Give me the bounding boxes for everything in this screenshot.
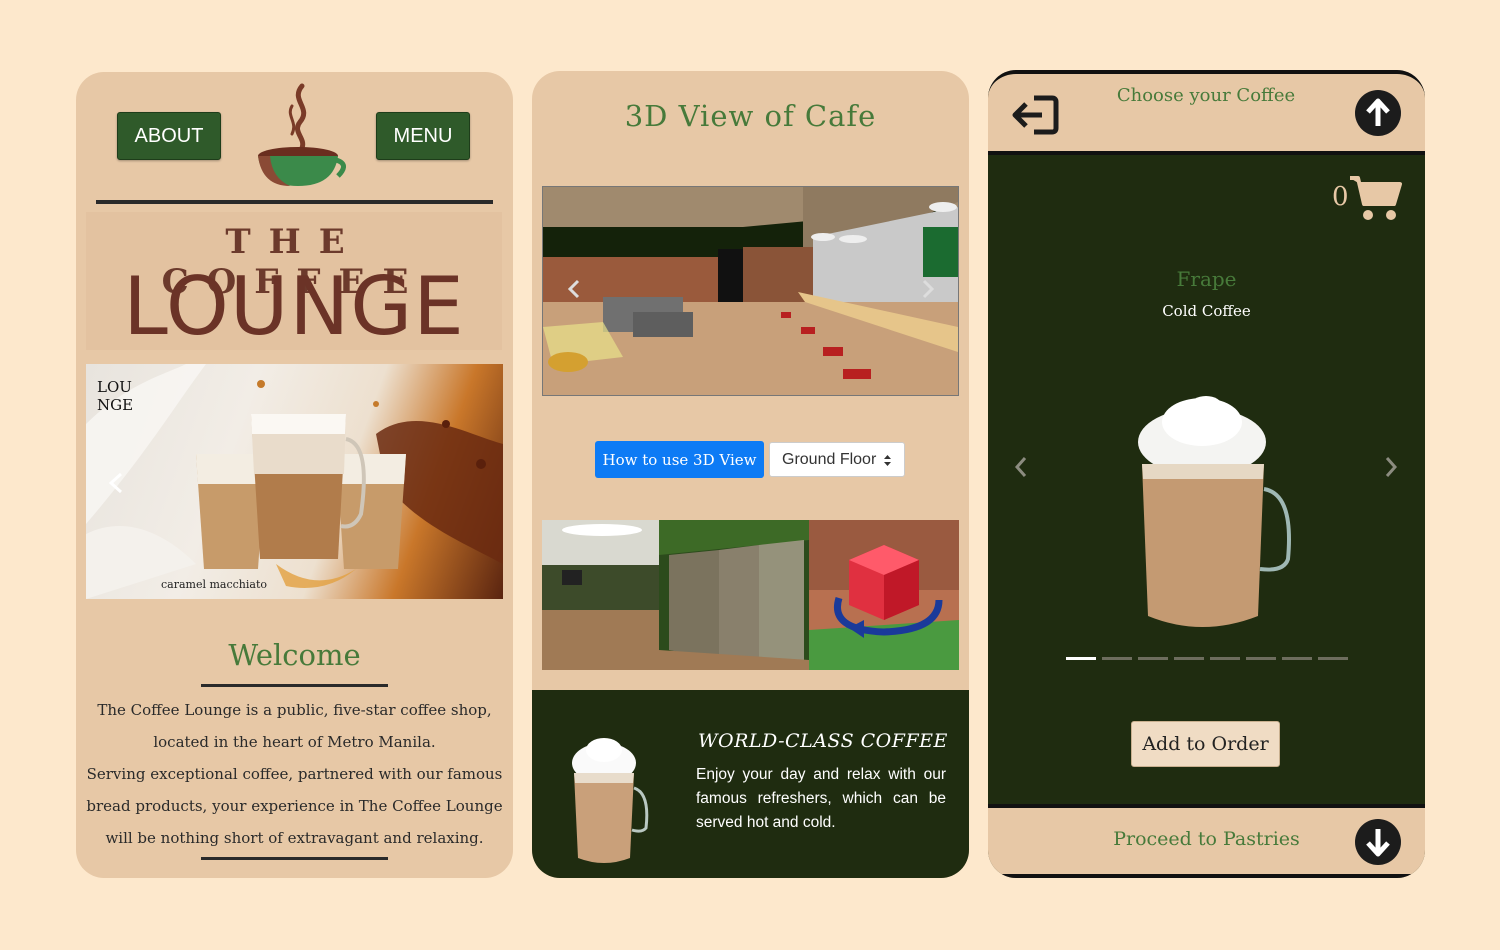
hero-caption: caramel macchiato	[161, 578, 268, 591]
floor-select[interactable]: Ground Floor	[769, 442, 905, 477]
cafe-3d-viewport[interactable]	[542, 186, 959, 396]
hero-mark-line1: LOU	[97, 378, 132, 396]
carousel-indicator[interactable]	[1210, 657, 1240, 660]
divider	[96, 200, 493, 204]
welcome-description: The Coffee Lounge is a public, five-star…	[82, 694, 507, 854]
scroll-down-button[interactable]	[1355, 819, 1401, 865]
viewport-left-arrow-icon[interactable]	[567, 279, 581, 299]
item-subtitle: Cold Coffee	[1162, 302, 1251, 320]
thumbnail-room[interactable]	[542, 520, 659, 670]
item-next-icon[interactable]	[1384, 456, 1398, 478]
brand-logo: THE COFFEE LOUNGE	[86, 212, 502, 353]
coffee-cup-logo-icon	[258, 83, 346, 186]
welcome-paragraph-1: The Coffee Lounge is a public, five-star…	[97, 701, 492, 751]
order-header-title: Choose your Coffee	[1116, 85, 1296, 106]
order-panel: Choose your Coffee 0 Frape Cold Coffee A…	[988, 70, 1425, 878]
home-panel: ABOUT MENU THE COFFEE LOUNGE LOU NGE car…	[76, 72, 513, 878]
promo-text: Enjoy your day and relax with our famous…	[696, 766, 946, 831]
glass-room-thumbnail-image	[659, 520, 809, 670]
about-button[interactable]: ABOUT	[117, 112, 221, 160]
coffee-glasses-image	[86, 364, 503, 599]
menu-button[interactable]: MENU	[376, 112, 470, 160]
brand-bottom-text: LOUNGE	[123, 260, 465, 353]
bottom-divider	[201, 857, 388, 860]
add-to-order-button[interactable]: Add to Order	[1131, 721, 1280, 767]
frape-drink-image	[1138, 396, 1291, 627]
select-arrows-icon	[884, 455, 891, 466]
view3d-title: 3D View of Cafe	[624, 99, 877, 133]
hero-mark-line2: NGE	[97, 396, 134, 414]
cart-count: 0	[1332, 182, 1349, 212]
arrow-up-icon	[1366, 98, 1390, 126]
carousel-indicator[interactable]	[1066, 657, 1096, 660]
carousel-indicator[interactable]	[1318, 657, 1348, 660]
scroll-up-button[interactable]	[1355, 90, 1401, 136]
carousel-indicator[interactable]	[1174, 657, 1204, 660]
carousel-indicator[interactable]	[1102, 657, 1132, 660]
thumbnail-3d-cube[interactable]	[809, 520, 959, 670]
order-header: Choose your Coffee	[988, 74, 1425, 155]
how-to-use-3d-button[interactable]: How to use 3D View	[595, 441, 764, 478]
hero-brand-mark: LOU NGE	[97, 378, 133, 414]
floor-select-value: Ground Floor	[782, 450, 877, 468]
welcome-title: Welcome	[228, 638, 361, 672]
logout-icon[interactable]	[1012, 94, 1060, 136]
shopping-cart-icon[interactable]	[1348, 174, 1402, 222]
promo-title: WORLD-CLASS COFFEE	[698, 730, 948, 752]
cafe-interior-render	[543, 187, 958, 395]
arrow-down-icon	[1366, 829, 1390, 857]
view3d-thumbnails	[542, 520, 959, 670]
hero-carousel: LOU NGE caramel macchiato	[86, 364, 503, 599]
carousel-indicator[interactable]	[1138, 657, 1168, 660]
promo-section: WORLD-CLASS COFFEE Enjoy your day and re…	[532, 690, 969, 878]
carousel-indicator[interactable]	[1246, 657, 1276, 660]
view3d-panel: 3D View of Cafe How to use 3D View Groun…	[532, 71, 969, 878]
frappe-cup-image	[572, 738, 649, 863]
order-footer: Proceed to Pastries	[988, 804, 1425, 878]
rotate-cube-icon	[809, 520, 959, 670]
welcome-paragraph-2: Serving exceptional coffee, partnered wi…	[86, 765, 503, 847]
item-name: Frape	[1176, 267, 1237, 291]
viewport-right-arrow-icon[interactable]	[921, 279, 935, 299]
item-prev-icon[interactable]	[1014, 456, 1028, 478]
welcome-divider	[201, 684, 388, 687]
carousel-prev-icon[interactable]	[108, 472, 124, 494]
thumbnail-glass-room[interactable]	[659, 520, 809, 670]
carousel-indicator[interactable]	[1282, 657, 1312, 660]
room-thumbnail-image	[542, 520, 659, 670]
